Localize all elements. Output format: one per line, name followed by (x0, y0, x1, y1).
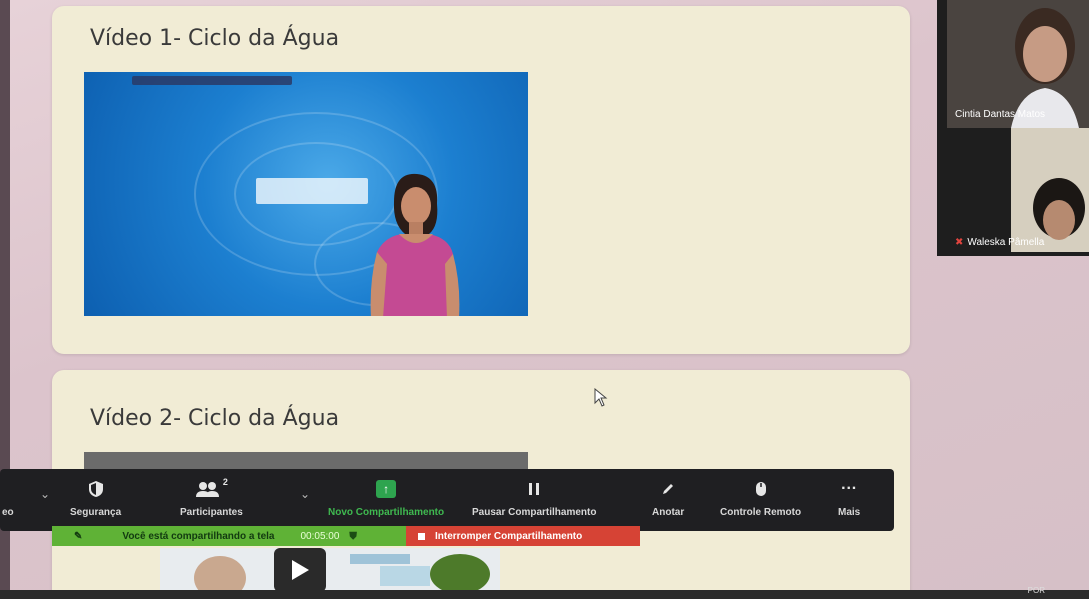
pause-share-button[interactable]: Pausar Compartilhamento (472, 477, 596, 518)
sharing-indicator-icon: ✎ (74, 530, 83, 542)
shield-icon: ⛊ (349, 530, 357, 542)
participant-name: Waleska Pâmella (967, 237, 1045, 248)
participants-button[interactable]: 2 Participantes (180, 477, 243, 518)
sharing-message: Você está compartilhando a tela (122, 530, 275, 542)
presenter-figure (370, 173, 460, 316)
share-up-arrow-icon: ↑ (376, 480, 397, 498)
participant-name-row: ✖ Waleska Pâmella (955, 237, 1044, 248)
cursor-icon (594, 388, 608, 407)
sharing-timer: 00:05:00 (300, 530, 340, 542)
participant-name: Cintia Dantas Matos (955, 109, 1046, 120)
annotate-button[interactable]: Anotar (652, 477, 684, 518)
play-icon (292, 560, 309, 580)
new-share-button[interactable]: ↑ Novo Compartilhamento (328, 477, 444, 518)
video2-thumbnail (160, 548, 500, 590)
video-button-cut[interactable]: eo (2, 477, 14, 518)
more-dots-icon: ··· (841, 480, 858, 497)
remote-control-button[interactable]: Controle Remoto (720, 477, 801, 518)
video2-title: Vídeo 2- Ciclo da Água (90, 406, 340, 431)
stop-share-label: Interromper Compartilhamento (435, 530, 583, 542)
participants-video-panel: Cintia Dantas Matos ✖ Waleska Pâmella (937, 0, 1089, 256)
chevron-down-icon[interactable]: ⌄ (300, 487, 310, 501)
video1-title: Vídeo 1- Ciclo da Água (90, 26, 340, 51)
participant-tile[interactable] (1011, 128, 1089, 252)
play-button[interactable] (274, 548, 326, 592)
video1-card: Vídeo 1- Ciclo da Água (52, 6, 910, 354)
video-caption-bar (256, 178, 368, 204)
os-taskbar (0, 590, 1089, 599)
pencil-icon (661, 477, 675, 501)
sharing-status-bar: ✎ Você está compartilhando a tela 00:05:… (52, 526, 406, 546)
chevron-down-icon[interactable]: ⌄ (40, 487, 50, 501)
stop-share-button[interactable]: Interromper Compartilhamento (406, 526, 640, 546)
language-indicator[interactable]: POR (1028, 586, 1045, 595)
participant-tile[interactable]: Cintia Dantas Matos (947, 0, 1089, 128)
mic-muted-icon: ✖ (955, 237, 964, 248)
shield-icon (88, 477, 104, 501)
more-button[interactable]: ··· Mais (838, 477, 860, 518)
meeting-toolbar: eo ⌄ Segurança 2 Participantes ⌄ ↑ Novo … (0, 469, 894, 531)
stop-icon (418, 532, 425, 540)
video-watermark (132, 76, 292, 85)
pause-icon (528, 477, 540, 501)
remote-mouse-icon (755, 477, 767, 501)
participant-video (1011, 128, 1089, 252)
participants-icon: 2 (195, 477, 228, 501)
participants-count: 2 (222, 477, 228, 487)
security-button[interactable]: Segurança (70, 477, 121, 518)
video1-player[interactable] (84, 72, 528, 316)
